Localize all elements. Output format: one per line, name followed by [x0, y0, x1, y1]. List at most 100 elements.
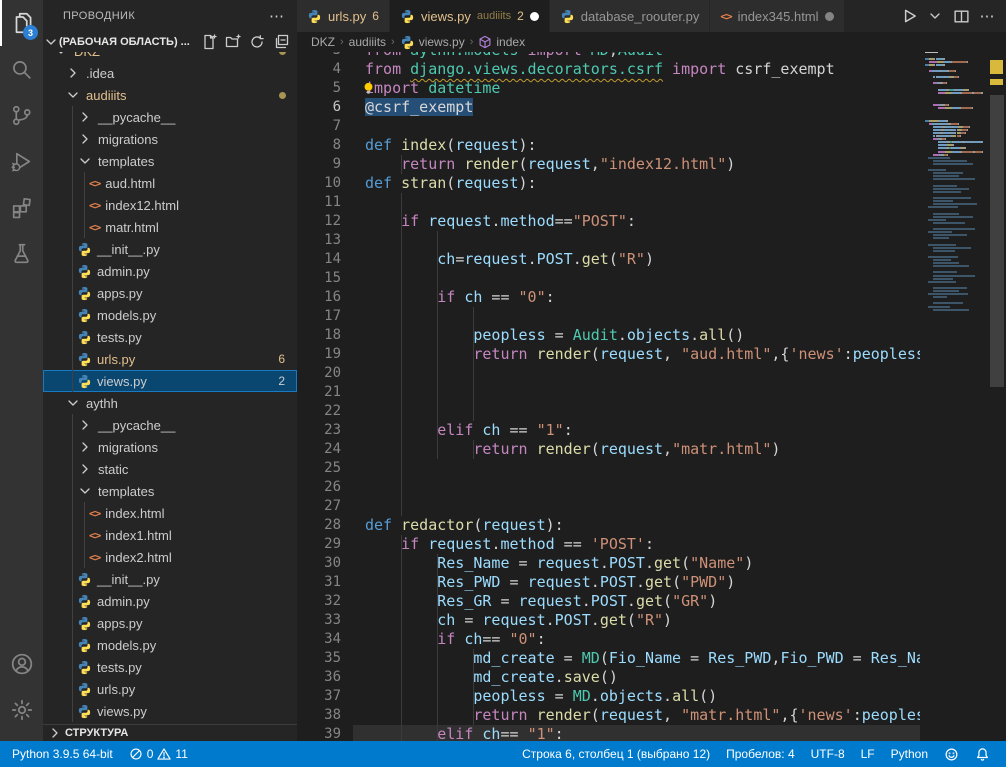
- lightbulb-icon[interactable]: [361, 81, 376, 96]
- tree-item-apps.py[interactable]: apps.py: [43, 612, 297, 634]
- breadcrumb-views.py[interactable]: views.py: [400, 35, 465, 50]
- code-line-19: return render(request, "aud.html",{'news…: [365, 345, 920, 364]
- tree-item-models.py[interactable]: models.py: [43, 634, 297, 656]
- code-token: get: [582, 250, 609, 268]
- breadcrumb-DKZ[interactable]: DKZ: [311, 35, 335, 49]
- code-token: elif: [437, 421, 482, 439]
- tree-item-label: index12.html: [105, 198, 179, 213]
- workspace-section-header[interactable]: (РАБОЧАЯ ОБЛАСТЬ) ...: [43, 32, 297, 52]
- activity-run-debug[interactable]: [0, 138, 43, 184]
- tab-index345.html[interactable]: <>index345.html: [710, 0, 844, 32]
- status-problems[interactable]: 011: [121, 741, 196, 767]
- tree-item-migrations[interactable]: migrations: [43, 436, 297, 458]
- activity-explorer[interactable]: 3: [0, 0, 43, 46]
- tree-item-aythh[interactable]: aythh: [43, 392, 297, 414]
- indent-guide: [72, 568, 73, 590]
- tab-database_roouter.py[interactable]: database_roouter.py: [550, 0, 711, 32]
- more-button[interactable]: ⋯: [976, 5, 998, 27]
- tree-item-migrations[interactable]: migrations: [43, 128, 297, 150]
- status-notifications[interactable]: [967, 741, 998, 767]
- tree-item-__pycache__[interactable]: __pycache__: [43, 106, 297, 128]
- tree-item-__pycache__[interactable]: __pycache__: [43, 414, 297, 436]
- status-left: Python 3.9.5 64-bit 011: [0, 741, 196, 767]
- status-language-mode[interactable]: Python: [883, 741, 936, 767]
- status-feedback[interactable]: [936, 741, 967, 767]
- activity-source-control[interactable]: [0, 92, 43, 138]
- code-token: peopless: [853, 345, 920, 363]
- code-editor[interactable]: 3from aythh.models import MD,Audit4from …: [297, 0, 920, 741]
- status-python-interpreter[interactable]: Python 3.9.5 64-bit: [4, 741, 121, 767]
- tree-item-index12.html[interactable]: <> index12.html: [43, 194, 297, 216]
- minimap-line: [967, 89, 969, 91]
- tree-item-tests.py[interactable]: tests.py: [43, 656, 297, 678]
- tree-item-views.py[interactable]: views.py: [43, 700, 297, 722]
- activity-testing[interactable]: [0, 230, 43, 276]
- tree-item-templates[interactable]: templates: [43, 480, 297, 502]
- code-token: request: [482, 516, 545, 534]
- tab-views.py[interactable]: views.pyaudiiits2: [390, 0, 550, 32]
- dirty-indicator[interactable]: [825, 12, 834, 21]
- tab-urls.py[interactable]: urls.py6: [297, 0, 390, 32]
- collapse-all-button[interactable]: [272, 33, 290, 51]
- minimap-line: [932, 70, 939, 72]
- minimap-line: [933, 262, 959, 264]
- tree-item-__init__.py[interactable]: __init__.py: [43, 568, 297, 590]
- minimap-line: [933, 247, 971, 249]
- code-token: [365, 440, 473, 458]
- tree-item-audiiits[interactable]: audiiits: [43, 84, 297, 106]
- new-file-button[interactable]: [200, 33, 218, 51]
- tree-item-index.html[interactable]: <>index.html: [43, 502, 297, 524]
- code-line-33: ch = request.POST.get("R"): [365, 611, 672, 630]
- tree-item-urls.py[interactable]: urls.py: [43, 678, 297, 700]
- scrollbar-thumb[interactable]: [990, 95, 1004, 387]
- tree-item-.idea[interactable]: .idea: [43, 62, 297, 84]
- tree-item-index2.html[interactable]: <>index2.html: [43, 546, 297, 568]
- tree-item-tests.py[interactable]: tests.py: [43, 326, 297, 348]
- split-editor-button[interactable]: [950, 5, 972, 27]
- tree-item-admin.py[interactable]: admin.py: [43, 590, 297, 612]
- tree-item-label: views.py: [97, 704, 147, 719]
- status-cursor-position[interactable]: Строка 6, столбец 1 (выбрано 12): [514, 741, 718, 767]
- tree-item-__init__.py[interactable]: __init__.py: [43, 238, 297, 260]
- dirty-indicator[interactable]: [530, 12, 539, 21]
- breadcrumb-audiiits[interactable]: audiiits: [349, 35, 386, 49]
- code-token: (: [600, 649, 609, 667]
- code-token: if: [401, 212, 428, 230]
- breadcrumb-index[interactable]: index: [478, 35, 525, 49]
- tree-item-aud.html[interactable]: <>aud.html: [43, 172, 297, 194]
- tree-item-index1.html[interactable]: <>index1.html: [43, 524, 297, 546]
- code-token: :: [546, 288, 555, 306]
- chevron-down-icon: [927, 8, 943, 24]
- line-number: 21: [297, 383, 341, 402]
- line-number: 20: [297, 364, 341, 383]
- testing-icon: [9, 241, 34, 266]
- error-icon: [129, 747, 143, 761]
- outline-section-header[interactable]: СТРУКТУРА: [43, 724, 297, 741]
- tree-item-admin.py[interactable]: admin.py: [43, 260, 297, 282]
- minimap[interactable]: [925, 33, 985, 733]
- minimap-line: [943, 58, 945, 60]
- status-label: Python 3.9.5 64-bit: [12, 747, 113, 761]
- tree-item-templates[interactable]: templates: [43, 150, 297, 172]
- html-icon: <>: [89, 199, 100, 212]
- tree-item-static[interactable]: static: [43, 458, 297, 480]
- chevron-down-button[interactable]: [924, 5, 946, 27]
- activity-settings[interactable]: [0, 687, 43, 733]
- tree-item-views.py[interactable]: views.py2: [43, 370, 297, 392]
- status-indentation[interactable]: Пробелов: 4: [718, 741, 803, 767]
- activity-account[interactable]: [0, 641, 43, 687]
- refresh-button[interactable]: [248, 33, 266, 51]
- tree-item-models.py[interactable]: models.py: [43, 304, 297, 326]
- more-actions-icon[interactable]: ⋯: [269, 7, 285, 25]
- code-token: objects: [600, 687, 663, 705]
- status-eol[interactable]: LF: [853, 741, 883, 767]
- tree-item-matr.html[interactable]: <>matr.html: [43, 216, 297, 238]
- status-encoding[interactable]: UTF-8: [803, 741, 853, 767]
- activity-search[interactable]: [0, 46, 43, 92]
- tree-item-label: urls.py: [97, 682, 135, 697]
- tree-item-urls.py[interactable]: urls.py6: [43, 348, 297, 370]
- activity-extensions[interactable]: [0, 184, 43, 230]
- new-folder-button[interactable]: [224, 33, 242, 51]
- run-button[interactable]: [898, 5, 920, 27]
- tree-item-apps.py[interactable]: apps.py: [43, 282, 297, 304]
